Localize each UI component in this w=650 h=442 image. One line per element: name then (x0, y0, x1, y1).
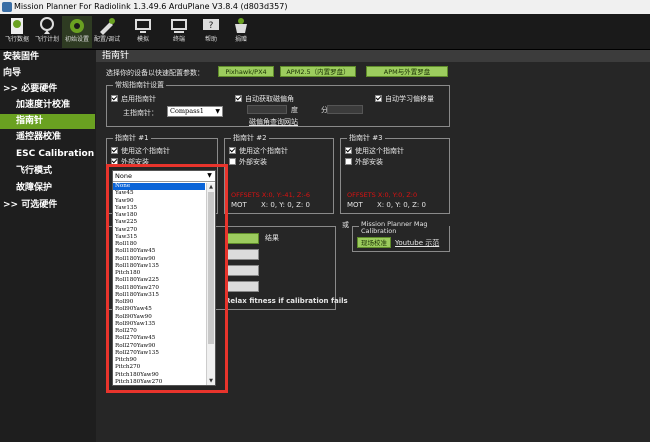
simulation-icon (135, 19, 151, 33)
toolbar-initial-setup[interactable]: 初始设置 (62, 16, 92, 48)
setup-sidebar: 安装固件 向导 >> 必要硬件 加速度计校准 指南针 遥控器校准 ESC Cal… (0, 50, 95, 442)
flight-data-icon (11, 18, 23, 34)
chevron-down-icon: ▼ (215, 108, 220, 115)
auto-learn-offsets-checkbox[interactable] (375, 95, 382, 102)
toolbar-donate[interactable]: 捐赠 (226, 16, 256, 48)
general-compass-settings: 常规指南针设置 启用指南针 主指南针： Compass1 ▼ 自动获取磁偏角 度… (106, 80, 450, 127)
sidebar-item-mandatory-hardware[interactable]: >> 必要硬件 (0, 82, 95, 97)
sidebar-item-radio-calibration[interactable]: 遥控器校准 (0, 130, 95, 145)
mp-mag-calibration-group: Mission Planner Mag Calibration 现场校准 You… (352, 221, 450, 252)
sidebar-item-compass[interactable]: 指南针 (0, 114, 95, 129)
compass-2-use-checkbox[interactable] (229, 147, 236, 154)
preset-pixhawk-button[interactable]: Pixhawk/PX4 (218, 66, 274, 77)
app-icon (2, 2, 12, 12)
donate-icon (235, 18, 247, 33)
compass-2-offsets: OFFSETS X:0, Y:-41, Z:-6 (231, 191, 310, 199)
onboard-start-button[interactable] (225, 233, 259, 244)
declination-minutes-input[interactable] (327, 105, 363, 114)
compass-2-progress (225, 265, 259, 276)
preset-label: 选择你的设备以快速配置参数： (106, 69, 204, 77)
live-calibration-button[interactable]: 现场校准 (357, 237, 391, 248)
sidebar-item-accel-calibration[interactable]: 加速度计校准 (0, 98, 95, 113)
compass-3-progress (225, 281, 259, 292)
declination-website-link[interactable]: 磁偏角查询网站 (249, 117, 298, 127)
sidebar-item-install-firmware[interactable]: 安装固件 (0, 50, 95, 65)
window-title: Mission Planner For Radiolink 1.3.49.6 A… (14, 2, 288, 11)
toolbar-config-tuning[interactable]: 配置/调试 (92, 16, 122, 48)
relax-fitness-option[interactable]: Relax fitness if calibration fails (225, 297, 348, 305)
sidebar-item-optional-hardware[interactable]: >> 可选硬件 (0, 198, 95, 213)
compass-2-mot-values: X: 0, Y: 0, Z: 0 (261, 201, 310, 209)
toolbar-terminal[interactable]: 终端 (164, 16, 194, 48)
compass-3-group: 指南针 #3 使用这个指南针 外部安装 OFFSETS X:0, Y:0, Z:… (340, 133, 450, 214)
toolbar-help[interactable]: ? 帮助 (196, 16, 226, 48)
toolbar-flight-plan[interactable]: 飞行计划 (32, 16, 62, 48)
main-toolbar: 飞行数据 飞行计划 初始设置 配置/调试 模拟 终端 ? 帮助 捐赠 (0, 14, 650, 50)
initial-setup-icon (70, 19, 84, 33)
highlight-annotation-box (106, 164, 228, 393)
compass-1-use-checkbox[interactable] (111, 147, 118, 154)
sidebar-item-flight-modes[interactable]: 飞行模式 (0, 164, 95, 179)
enable-compass-checkbox[interactable] (111, 95, 118, 102)
toolbar-flight-data[interactable]: 飞行数据 (2, 16, 32, 48)
compass-2-group: 指南针 #2 使用这个指南针 外部安装 OFFSETS X:0, Y:-41, … (224, 133, 334, 214)
compass-3-offsets: OFFSETS X:0, Y:0, Z:0 (347, 191, 418, 199)
auto-declination-checkbox[interactable] (235, 95, 242, 102)
sidebar-item-esc-calibration[interactable]: ESC Calibration (0, 147, 95, 162)
compass-1-progress (225, 249, 259, 260)
flight-plan-icon (40, 17, 54, 34)
sidebar-item-failsafe[interactable]: 故障保护 (0, 181, 95, 196)
declination-degrees-input[interactable] (247, 105, 287, 114)
help-icon: ? (203, 19, 219, 31)
youtube-demo-link[interactable]: Youtube 示范 (395, 238, 439, 248)
page-title: 指南针 (96, 50, 650, 62)
sidebar-item-wizard[interactable]: 向导 (0, 66, 95, 81)
terminal-icon (171, 19, 187, 33)
preset-apm25-button[interactable]: APM2.5（内置罗盘） (280, 66, 356, 77)
compass-3-external-checkbox[interactable] (345, 158, 352, 165)
svg-text:?: ? (209, 21, 214, 31)
window-titlebar: Mission Planner For Radiolink 1.3.49.6 A… (0, 0, 650, 14)
config-tuning-icon (100, 18, 115, 35)
compass-3-mot-values: X: 0, Y: 0, Z: 0 (377, 201, 426, 209)
preset-apm-external-button[interactable]: APM与外置罗盘 (366, 66, 448, 77)
toolbar-simulation[interactable]: 模拟 (128, 16, 158, 48)
primary-compass-select[interactable]: Compass1 ▼ (167, 106, 223, 117)
compass-3-use-checkbox[interactable] (345, 147, 352, 154)
compass-2-external-checkbox[interactable] (229, 158, 236, 165)
